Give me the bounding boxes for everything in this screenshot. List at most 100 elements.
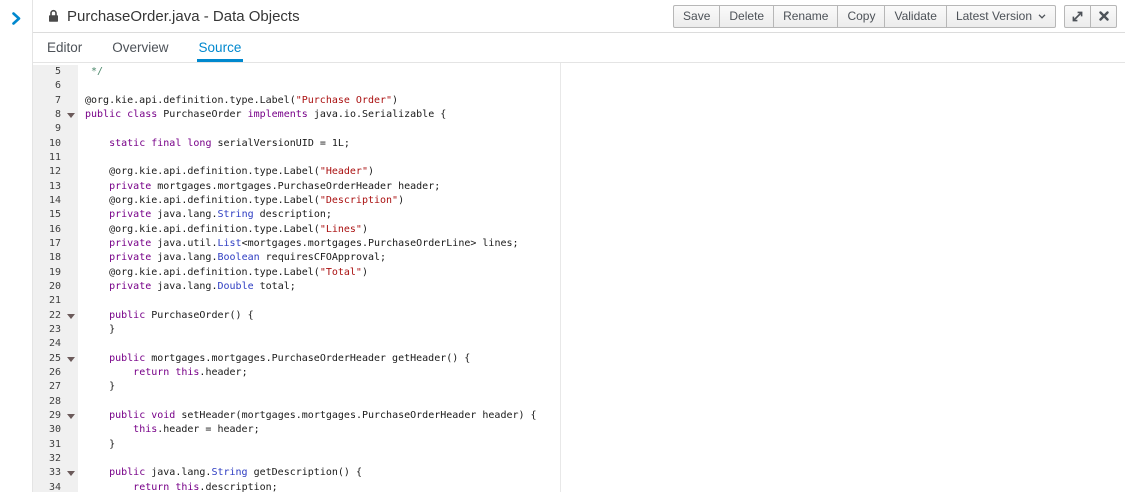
gutter-row: 31 (33, 438, 78, 452)
code-line[interactable]: } (85, 323, 1125, 337)
code-line[interactable] (85, 337, 1125, 351)
code-line[interactable] (85, 151, 1125, 165)
line-number: 14 (33, 194, 65, 208)
line-number: 31 (33, 438, 65, 452)
line-number: 26 (33, 366, 65, 380)
code-line[interactable]: public java.lang.String getDescription()… (85, 466, 1125, 480)
fold-zone (65, 309, 78, 323)
gutter-row: 8 (33, 108, 78, 122)
fold-arrow-icon[interactable] (67, 414, 75, 419)
tab-source[interactable]: Source (197, 33, 244, 62)
gutter-row: 26 (33, 366, 78, 380)
source-editor[interactable]: 5678910111213141516171819202122232425262… (33, 62, 1125, 492)
token: public (109, 410, 145, 421)
token: final (151, 138, 181, 149)
delete-button[interactable]: Delete (719, 5, 774, 28)
fold-zone (65, 294, 78, 308)
code-line[interactable]: private java.lang.Boolean requiresCFOApp… (85, 251, 1125, 265)
code-line[interactable]: public PurchaseOrder() { (85, 309, 1125, 323)
code-line[interactable]: @org.kie.api.definition.type.Label("Tota… (85, 266, 1125, 280)
code-line[interactable]: public class PurchaseOrder implements ja… (85, 108, 1125, 122)
code-line[interactable]: private java.lang.Double total; (85, 280, 1125, 294)
code-line[interactable] (85, 395, 1125, 409)
code-line[interactable] (85, 79, 1125, 93)
token: ) (368, 166, 374, 177)
expand-panel-chevron[interactable] (5, 8, 27, 28)
tab-overview[interactable]: Overview (110, 33, 170, 62)
save-button[interactable]: Save (673, 5, 720, 28)
gutter-row: 7 (33, 94, 78, 108)
code-line[interactable]: private mortgages.mortgages.PurchaseOrde… (85, 180, 1125, 194)
line-number: 27 (33, 380, 65, 394)
code-line[interactable]: @org.kie.api.definition.type.Label("Desc… (85, 194, 1125, 208)
code-line[interactable]: */ (85, 65, 1125, 79)
fold-zone (65, 108, 78, 122)
token: "Total" (320, 267, 362, 278)
code-line[interactable]: @org.kie.api.definition.type.Label("Head… (85, 165, 1125, 179)
code-line[interactable]: return this.header; (85, 366, 1125, 380)
code-line[interactable] (85, 294, 1125, 308)
code-line[interactable]: public void setHeader(mortgages.mortgage… (85, 409, 1125, 423)
token: } (85, 439, 115, 450)
token (85, 310, 109, 321)
code-line[interactable]: public mortgages.mortgages.PurchaseOrder… (85, 352, 1125, 366)
token: public (85, 109, 121, 120)
code-line[interactable]: } (85, 438, 1125, 452)
code-line[interactable]: @org.kie.api.definition.type.Label("Line… (85, 223, 1125, 237)
line-number: 21 (33, 294, 65, 308)
code-line[interactable]: private java.util.List<mortgages.mortgag… (85, 237, 1125, 251)
fold-arrow-icon[interactable] (67, 314, 75, 319)
code-area[interactable]: */ @org.kie.api.definition.type.Label("Pu… (78, 65, 1125, 492)
code-line[interactable] (85, 452, 1125, 466)
window-control-group (1064, 5, 1117, 28)
gutter-row: 22 (33, 309, 78, 323)
validate-button[interactable]: Validate (884, 5, 946, 28)
line-number-gutter: 5678910111213141516171819202122232425262… (33, 65, 78, 492)
token (85, 252, 109, 263)
code-line[interactable]: this.header = header; (85, 423, 1125, 437)
fold-arrow-icon[interactable] (67, 471, 75, 476)
token: total; (254, 281, 296, 292)
code-line[interactable]: static final long serialVersionUID = 1L; (85, 137, 1125, 151)
fold-arrow-icon[interactable] (67, 357, 75, 362)
token (85, 238, 109, 249)
code-line[interactable]: private java.lang.String description; (85, 208, 1125, 222)
version-dropdown-button[interactable]: Latest Version (946, 5, 1056, 28)
fold-zone (65, 223, 78, 237)
rename-button[interactable]: Rename (773, 5, 838, 28)
code-line[interactable]: } (85, 380, 1125, 394)
gutter-row: 5 (33, 65, 78, 79)
line-number: 33 (33, 466, 65, 480)
close-x-icon (1099, 11, 1109, 21)
fold-zone (65, 337, 78, 351)
workbench-window: PurchaseOrder.java - Data Objects SaveDe… (0, 0, 1125, 492)
token: class (127, 109, 157, 120)
copy-button[interactable]: Copy (837, 5, 885, 28)
token: ) (398, 195, 404, 206)
close-button[interactable] (1090, 5, 1117, 28)
gutter-row: 25 (33, 352, 78, 366)
token: "Header" (320, 166, 368, 177)
tab-editor[interactable]: Editor (45, 33, 84, 62)
code-line[interactable] (85, 122, 1125, 136)
token: @org.kie.api.definition.type.Label( (85, 166, 320, 177)
token: java.lang. (151, 209, 217, 220)
line-number: 10 (33, 137, 65, 151)
expand-arrows-icon (1071, 10, 1084, 23)
token: private (109, 238, 151, 249)
line-number: 8 (33, 108, 65, 122)
fold-zone (65, 323, 78, 337)
line-number: 23 (33, 323, 65, 337)
line-number: 28 (33, 395, 65, 409)
line-number: 22 (33, 309, 65, 323)
token: requiresCFOApproval; (260, 252, 386, 263)
code-line[interactable]: @org.kie.api.definition.type.Label("Purc… (85, 94, 1125, 108)
fold-arrow-icon[interactable] (67, 113, 75, 118)
line-number: 5 (33, 65, 65, 79)
token (85, 367, 133, 378)
token: .description; (199, 482, 277, 492)
expand-button[interactable] (1064, 5, 1091, 28)
token: ) (362, 267, 368, 278)
fold-zone (65, 208, 78, 222)
code-line[interactable]: return this.description; (85, 481, 1125, 492)
